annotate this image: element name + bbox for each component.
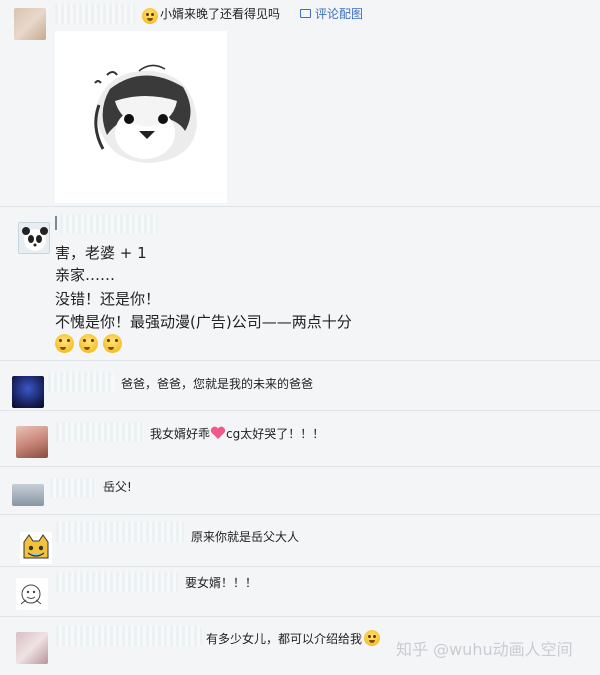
comment-text-part-a: 我女婿好乖 (150, 427, 211, 441)
penguin-sticker-icon (94, 64, 197, 163)
reply-line-3: 没错！还是你！ (55, 290, 161, 308)
divider (0, 206, 600, 207)
username-marker (55, 216, 57, 230)
comment-image-link[interactable]: 评论配图 (315, 6, 363, 22)
username[interactable] (56, 422, 144, 442)
reply-line-4: 不愧是你！最强动漫(广告)公司——两点十分 (55, 313, 352, 331)
panda-avatar-icon (22, 227, 48, 251)
comment-text: 原来你就是岳父大人 (191, 530, 300, 544)
comment-image[interactable] (55, 31, 227, 203)
watermark: 知乎 @wuhu动画人空间 (396, 640, 573, 659)
comment-text: 我女婿好乖 cg太好哭了！！！ (150, 426, 324, 442)
divider (0, 566, 600, 567)
doodle-avatar-icon (20, 584, 42, 605)
username[interactable] (56, 572, 178, 592)
image-icon (300, 9, 311, 18)
avatar[interactable] (16, 578, 48, 610)
comment-text: 爸爸，爸爸，您就是我的未来的爸爸 (121, 377, 314, 391)
username[interactable] (60, 214, 158, 234)
heart-icon (210, 426, 226, 439)
comment-text: 有多少女儿，都可以介绍给我 (206, 630, 381, 647)
avatar[interactable] (12, 484, 44, 506)
divider (0, 616, 600, 617)
emoji-row (55, 334, 123, 354)
comment-text: 小婿来晚了还看得见吗 (160, 7, 281, 21)
avatar[interactable] (12, 376, 44, 408)
username[interactable] (56, 522, 184, 542)
avatar[interactable] (14, 8, 46, 40)
blush-emoji-icon (79, 334, 99, 353)
smile-emoji-icon (142, 8, 158, 24)
wink-emoji-icon (364, 630, 381, 646)
avatar[interactable] (20, 532, 52, 564)
avatar[interactable] (18, 222, 50, 254)
reply-line-2: 亲家…… (55, 266, 116, 284)
username[interactable] (48, 372, 114, 392)
comment-text: 岳父! (103, 480, 132, 494)
cat-avatar-icon (23, 534, 49, 559)
blush-emoji-icon (103, 334, 123, 353)
divider (0, 360, 600, 361)
username[interactable] (56, 626, 202, 646)
comment-text-content: 有多少女儿，都可以介绍给我 (206, 632, 363, 646)
comment-text: 要女婿！！！ (185, 576, 258, 590)
reply-line-1: 害，老婆 + 1 (55, 244, 147, 262)
comment-text-part-b: cg太好哭了！！！ (226, 427, 325, 441)
divider (0, 514, 600, 515)
username[interactable] (50, 478, 96, 498)
divider (0, 466, 600, 467)
divider (0, 410, 600, 411)
username[interactable] (55, 4, 135, 24)
blush-emoji-icon (55, 334, 74, 353)
avatar[interactable] (16, 632, 48, 664)
avatar[interactable] (16, 426, 48, 458)
